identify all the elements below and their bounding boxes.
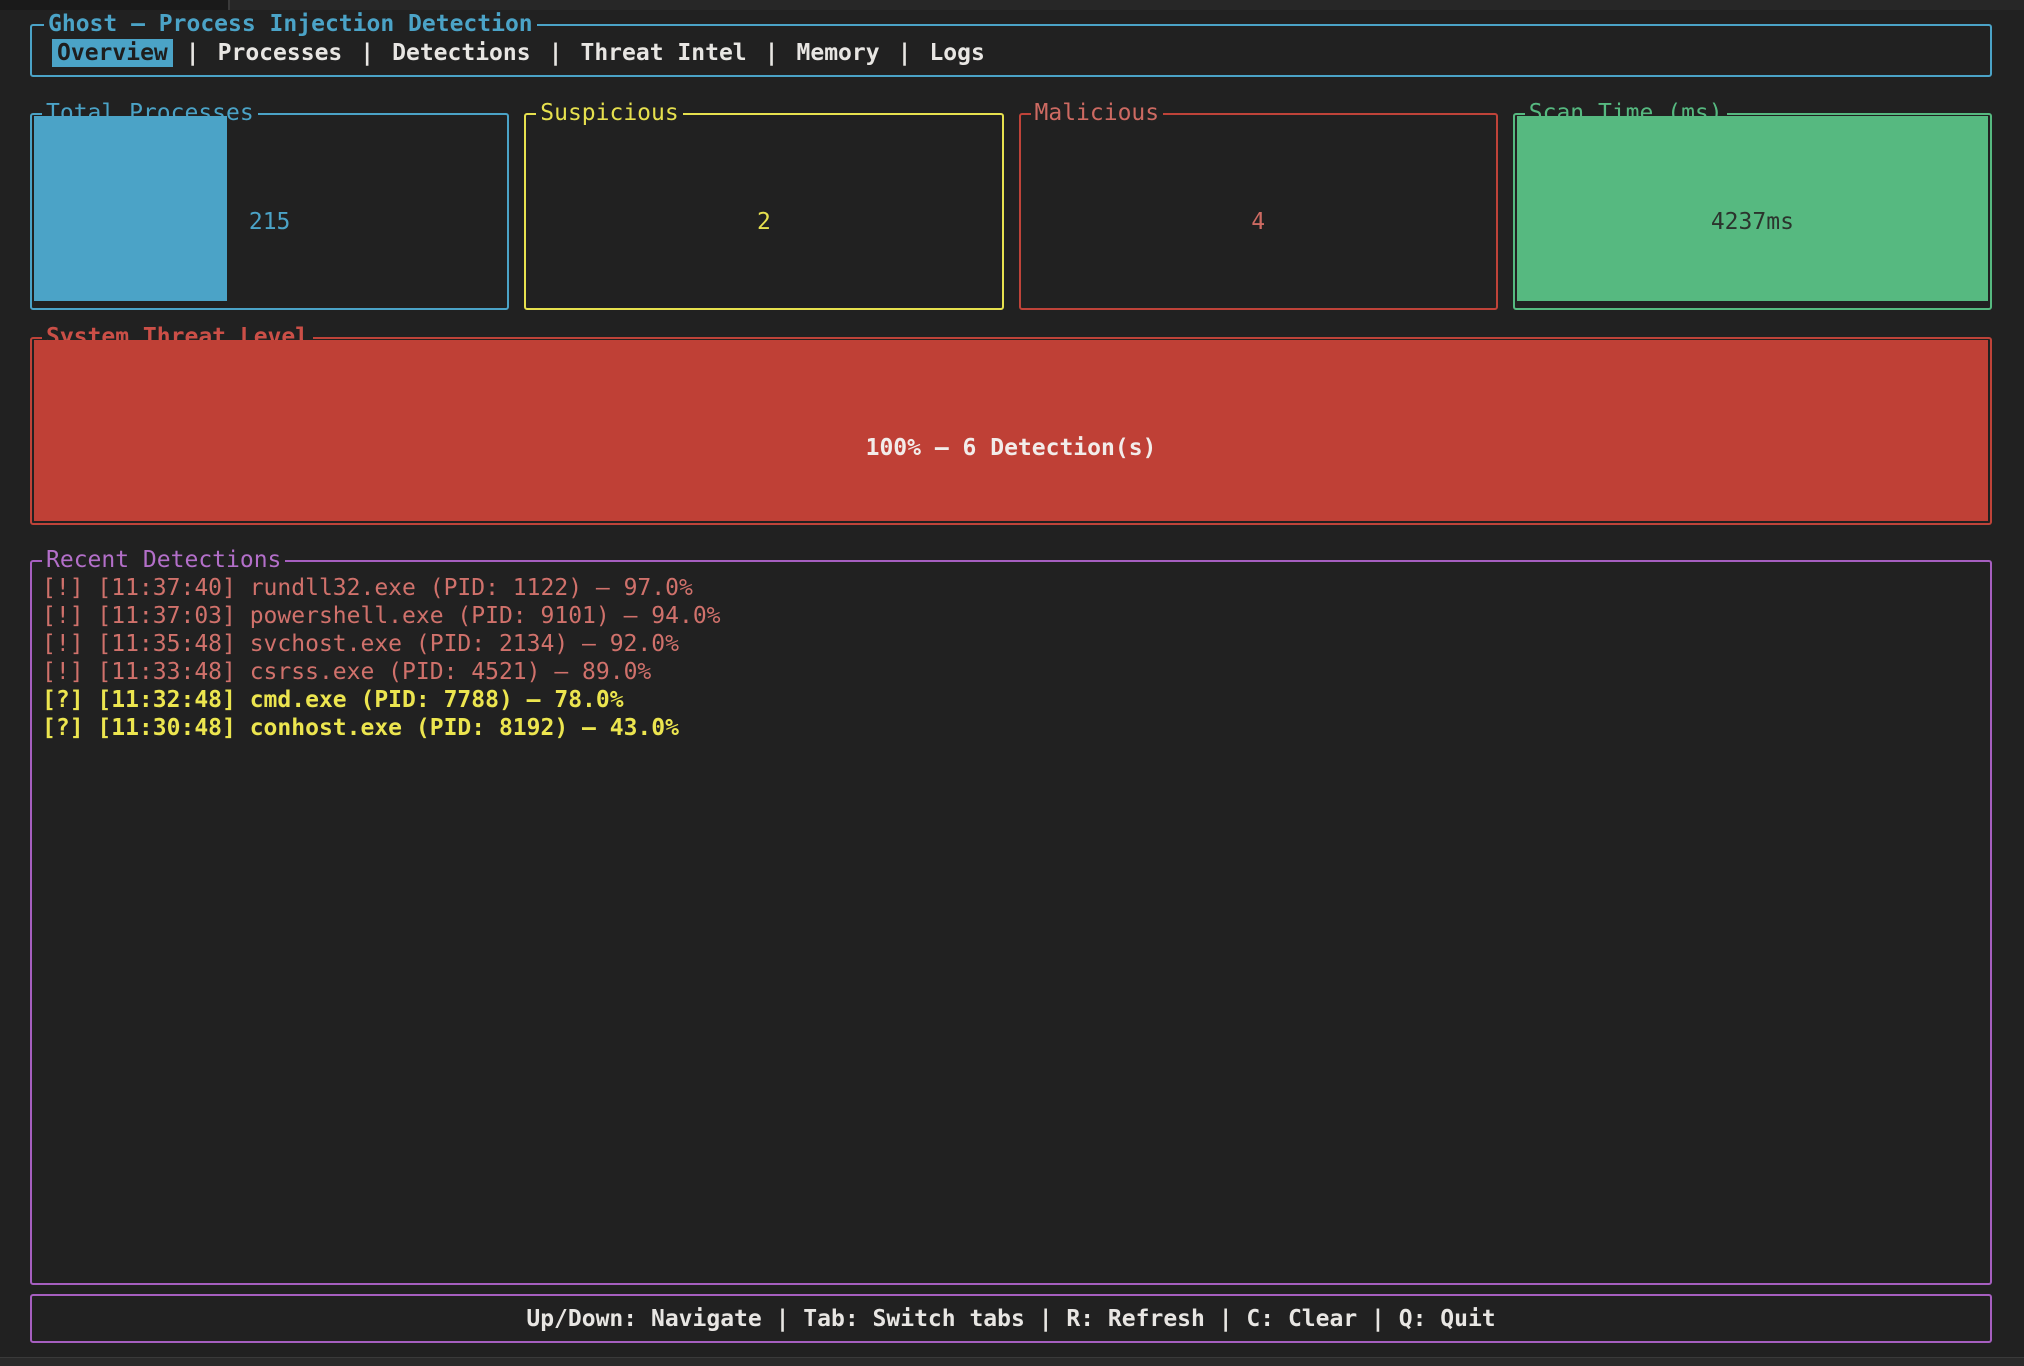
detection-row[interactable]: [!] [11:37:40] rundll32.exe (PID: 1122) … [42, 574, 1990, 602]
scan-time-gauge: 4237ms [1517, 116, 1988, 301]
stat-scan-time: Scan Time (ms) 4237ms [1513, 113, 1992, 310]
terminal-bottom-edge [0, 1357, 2024, 1366]
detection-row[interactable]: [!] [11:37:03] powershell.exe (PID: 9101… [42, 602, 1990, 630]
scan-time-value: 4237ms [1517, 209, 1988, 235]
recent-detections-frame: Recent Detections [!] [11:37:40] rundll3… [30, 560, 1992, 1285]
tab-separator: | [549, 40, 563, 66]
system-threat-level-frame: System Threat Level 100% — 6 Detection(s… [30, 337, 1992, 525]
help-bar-frame: Up/Down: Navigate | Tab: Switch tabs | R… [30, 1294, 1992, 1343]
malicious-value: 4 [1023, 209, 1494, 235]
tab-separator: | [360, 40, 374, 66]
recent-detections-title: Recent Detections [42, 547, 285, 573]
threat-level-gauge-fill [34, 340, 1988, 521]
app-window-frame: Ghost — Process Injection Detection Over… [30, 24, 1992, 77]
detection-row[interactable]: [?] [11:30:48] conhost.exe (PID: 8192) —… [42, 714, 1990, 742]
terminal-screen: Ghost — Process Injection Detection Over… [0, 0, 2024, 1366]
app-title: Ghost — Process Injection Detection [44, 11, 537, 37]
tab-memory[interactable]: Memory [792, 39, 885, 67]
detection-row[interactable]: [?] [11:32:48] cmd.exe (PID: 7788) — 78.… [42, 686, 1990, 714]
tab-separator: | [186, 40, 200, 66]
threat-level-gauge: 100% — 6 Detection(s) [34, 340, 1988, 521]
threat-level-label: 100% — 6 Detection(s) [34, 435, 1988, 461]
terminal-top-edge [0, 0, 2024, 10]
detection-row[interactable]: [!] [11:35:48] svchost.exe (PID: 2134) —… [42, 630, 1990, 658]
stat-total-processes: Total Processes 215 [30, 113, 509, 310]
tab-separator: | [765, 40, 779, 66]
tab-processes[interactable]: Processes [213, 39, 348, 67]
stat-malicious: Malicious 4 [1019, 113, 1498, 310]
tab-overview[interactable]: Overview [52, 39, 173, 67]
detection-row[interactable]: [!] [11:33:48] csrss.exe (PID: 4521) — 8… [42, 658, 1990, 686]
tab-detections[interactable]: Detections [387, 39, 535, 67]
tab-logs[interactable]: Logs [924, 39, 989, 67]
stat-suspicious: Suspicious 2 [524, 113, 1003, 310]
detections-list: [!] [11:37:40] rundll32.exe (PID: 1122) … [32, 562, 1990, 742]
total-processes-gauge: 215 [34, 116, 505, 301]
help-bar-text: Up/Down: Navigate | Tab: Switch tabs | R… [32, 1296, 1990, 1341]
terminal-tab-notch [0, 0, 230, 10]
stats-row: Total Processes 215 Suspicious 2 Malicio… [30, 113, 1992, 310]
tab-separator: | [898, 40, 912, 66]
suspicious-value: 2 [528, 209, 999, 235]
suspicious-gauge: 2 [528, 116, 999, 301]
tab-threat-intel[interactable]: Threat Intel [575, 39, 751, 67]
malicious-gauge: 4 [1023, 116, 1494, 301]
total-processes-value: 215 [34, 209, 505, 235]
